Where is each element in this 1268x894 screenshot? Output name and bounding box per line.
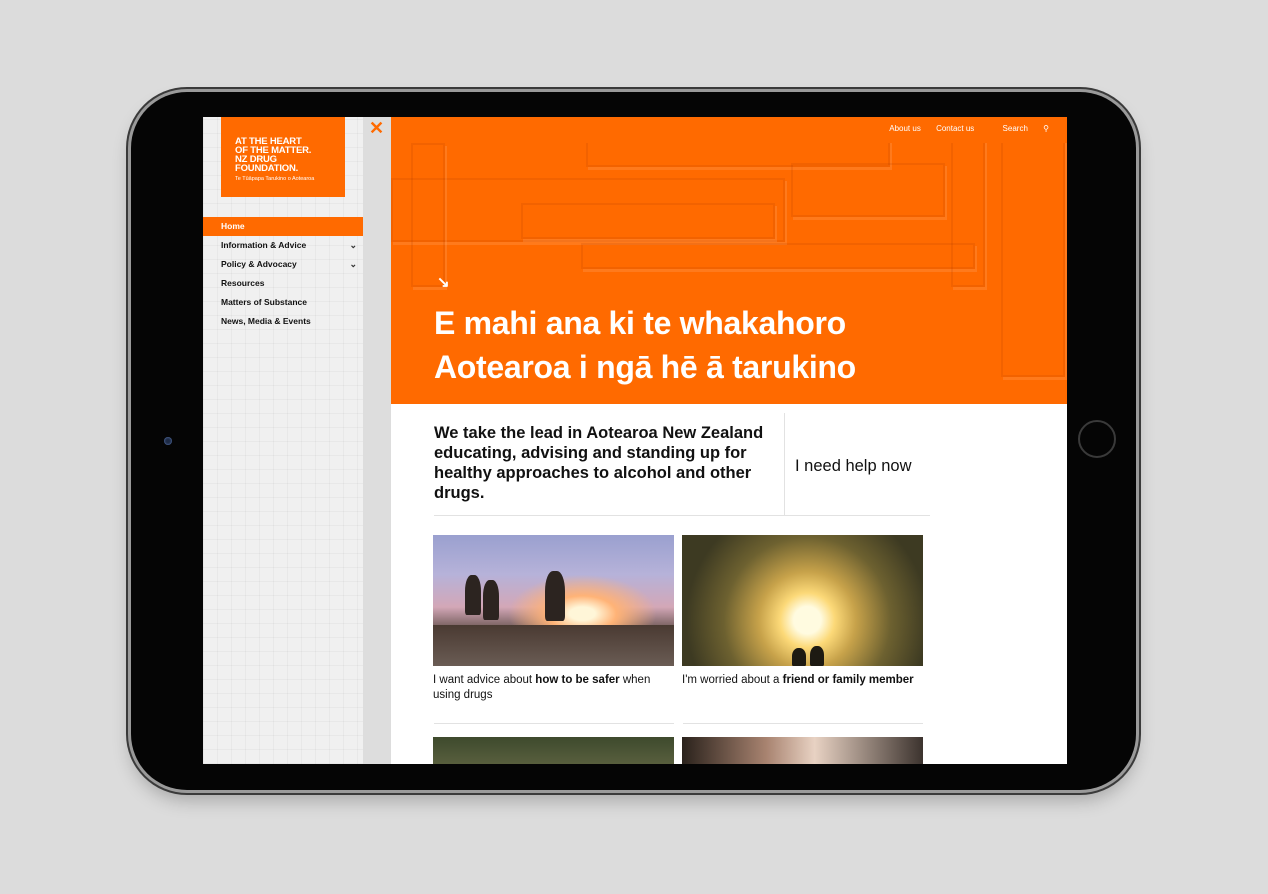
card-caption-bold: friend or family member — [782, 674, 914, 686]
hero-title: E mahi ana ki te whakahoro Aotearoa i ng… — [434, 301, 994, 389]
card-image-person — [682, 737, 923, 764]
top-bar: About us Contact us Search ⚲ — [391, 117, 1067, 143]
hero-pattern — [791, 163, 945, 217]
sidebar-item-matters-of-substance[interactable]: Matters of Substance — [203, 293, 363, 312]
sidebar-item-label: Information & Advice — [221, 240, 307, 250]
hero-title-line-1: E mahi ana ki te whakahoro — [434, 305, 846, 341]
sidebar-item-news-media-events[interactable]: News, Media & Events — [203, 312, 363, 331]
card-image-campfire — [433, 535, 674, 666]
card-caption: I want advice about how to be safer when… — [433, 673, 674, 703]
card-image-sunset — [682, 535, 923, 666]
sidebar-item-policy-advocacy[interactable]: Policy & Advocacy ⌄ — [203, 255, 363, 274]
sidebar-item-resources[interactable]: Resources — [203, 274, 363, 293]
top-links: About us Contact us Search ⚲ — [876, 117, 1049, 143]
advice-card-safer-use[interactable]: I want advice about how to be safer when… — [433, 535, 674, 703]
camera-icon — [164, 437, 172, 445]
sidebar: AT THE HEART OF THE MATTER. NZ DRUG FOUN… — [203, 117, 363, 764]
card-caption-text: I want advice about — [433, 674, 536, 686]
about-us-link[interactable]: About us — [889, 124, 921, 133]
chevron-down-icon[interactable]: ⌄ — [349, 255, 357, 274]
hero-pattern — [951, 143, 985, 287]
logo[interactable]: AT THE HEART OF THE MATTER. NZ DRUG FOUN… — [221, 117, 345, 197]
sidebar-item-label: Policy & Advocacy — [221, 259, 297, 269]
logo-tagline: Te Tūāpapa Tarukino o Aotearoa — [235, 176, 315, 182]
menu-close-strip — [363, 117, 391, 764]
intro-text: We take the lead in Aotearoa New Zealand… — [434, 424, 764, 502]
arrow-down-right-icon: ↘ — [437, 274, 450, 291]
close-icon[interactable]: ✕ — [369, 118, 384, 138]
sidebar-item-label: Resources — [221, 278, 265, 288]
divider — [784, 413, 785, 515]
hero-banner: ↘ E mahi ana ki te whakahoro Aotearoa i … — [391, 143, 1067, 404]
advice-card-friend-family[interactable]: I'm worried about a friend or family mem… — [682, 535, 923, 688]
contact-us-link[interactable]: Contact us — [936, 124, 974, 133]
card-caption-bold: how to be safer — [535, 674, 620, 686]
home-button[interactable] — [1078, 420, 1116, 458]
hero-pattern — [521, 203, 775, 239]
screen: AT THE HEART OF THE MATTER. NZ DRUG FOUN… — [203, 117, 1067, 764]
search-link[interactable]: Search ⚲ — [990, 124, 1049, 133]
divider — [683, 723, 923, 724]
divider — [434, 515, 930, 516]
sidebar-item-label: Matters of Substance — [221, 297, 307, 307]
advice-card-4[interactable] — [682, 737, 923, 764]
sidebar-item-home[interactable]: Home — [203, 217, 363, 236]
sidebar-item-label: Home — [221, 221, 245, 231]
card-caption: I'm worried about a friend or family mem… — [682, 673, 923, 688]
card-caption-text: I'm worried about a — [682, 674, 783, 686]
divider — [434, 723, 674, 724]
hero-pattern — [581, 243, 975, 269]
search-icon: ⚲ — [1043, 124, 1049, 133]
chevron-down-icon[interactable]: ⌄ — [349, 236, 357, 255]
hero-pattern — [1001, 143, 1065, 377]
sidebar-item-information-advice[interactable]: Information & Advice ⌄ — [203, 236, 363, 255]
advice-card-3[interactable] — [433, 737, 674, 764]
card-image-park — [433, 737, 674, 764]
help-now-link[interactable]: I need help now — [795, 457, 912, 476]
search-label: Search — [1002, 124, 1028, 133]
sidebar-item-label: News, Media & Events — [221, 316, 311, 326]
sidebar-nav: Home Information & Advice ⌄ Policy & Adv… — [203, 217, 363, 331]
hero-title-line-2: Aotearoa i ngā hē ā tarukino — [434, 349, 856, 385]
logo-line-4: FOUNDATION. — [235, 163, 299, 174]
hero-pattern — [411, 143, 445, 287]
